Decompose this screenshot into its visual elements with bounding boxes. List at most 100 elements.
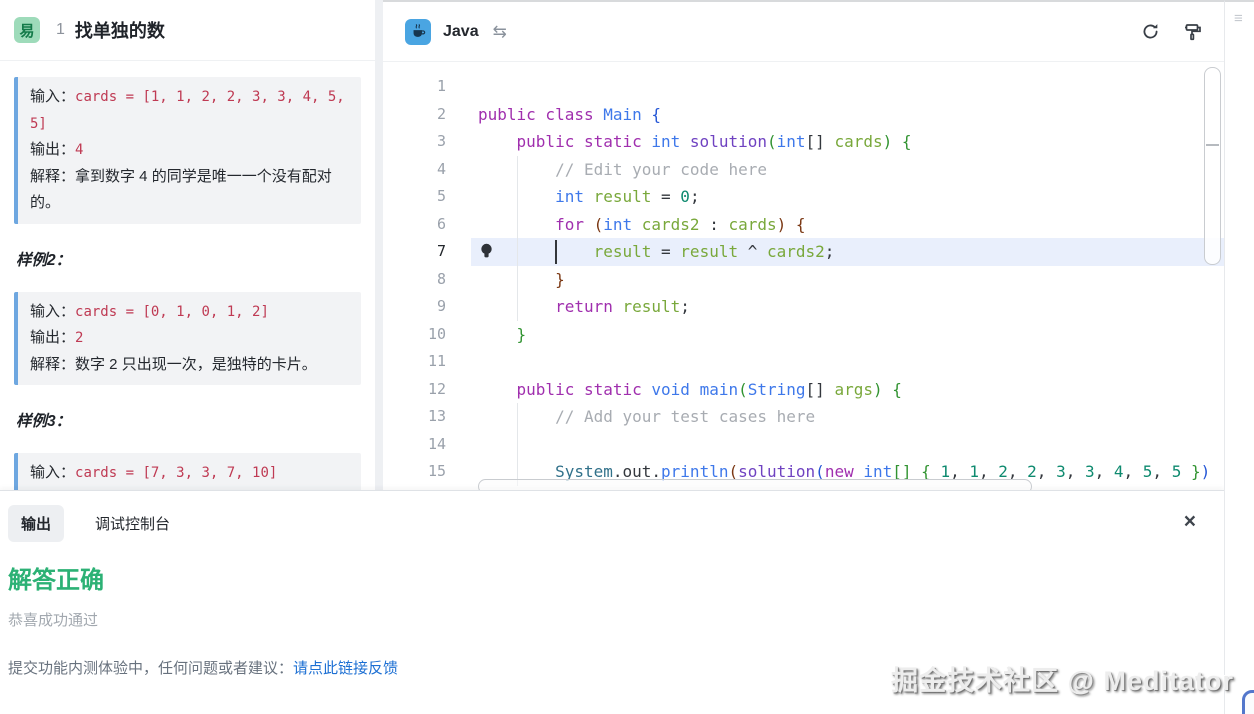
main-area: 易 1 找单独的数 输入：cards = [1, 1, 2, 2, 3, 3, … bbox=[0, 0, 1224, 490]
code-token-num: 0 bbox=[680, 187, 690, 206]
code-token-pl bbox=[786, 215, 796, 234]
line-number: 6 bbox=[383, 211, 446, 239]
lightbulb-icon[interactable] bbox=[479, 243, 494, 264]
example-line: 输出：2 bbox=[30, 325, 349, 352]
editor-vertical-scrollbar[interactable] bbox=[1204, 67, 1221, 265]
code-token-ty: int bbox=[651, 132, 690, 151]
problem-title: 找单独的数 bbox=[75, 17, 165, 43]
code-token-br2: ( bbox=[738, 380, 748, 399]
code-line-12[interactable]: 12 public static void main(String[] args… bbox=[383, 376, 1224, 404]
code-token-num: 5 bbox=[1143, 462, 1153, 481]
code-line-7[interactable]: 7 result = result ^ cards2; bbox=[383, 238, 1224, 266]
code-line-3[interactable]: 3 public static int solution(int[] cards… bbox=[383, 128, 1224, 156]
java-language-icon[interactable] bbox=[405, 19, 431, 45]
format-code-icon[interactable] bbox=[1182, 22, 1202, 42]
line-number: 12 bbox=[383, 376, 446, 404]
code-text: } bbox=[478, 266, 565, 294]
code-token-var: result bbox=[680, 242, 738, 261]
code-line-10[interactable]: 10 } bbox=[383, 321, 1224, 349]
line-number: 4 bbox=[383, 156, 446, 184]
output-console: 输出调试控制台 × 解答正确 恭喜成功通过 提交功能内测体验中，任何问题或者建议… bbox=[0, 490, 1224, 714]
feedback-row: 提交功能内测体验中，任何问题或者建议：请点此链接反馈 bbox=[8, 657, 1224, 678]
problem-index: 1 bbox=[56, 21, 65, 39]
line-number: 2 bbox=[383, 101, 446, 129]
code-line-13[interactable]: 13 // Add your test cases here bbox=[383, 403, 1224, 431]
code-token-var: result bbox=[623, 297, 681, 316]
code-editor[interactable]: 12public class Main {3 public static int… bbox=[383, 62, 1224, 490]
line-number: 14 bbox=[383, 431, 446, 459]
code-token-pl: , bbox=[1037, 462, 1056, 481]
code-line-11[interactable]: 11 bbox=[383, 348, 1224, 376]
line-number: 3 bbox=[383, 128, 446, 156]
reset-code-icon[interactable] bbox=[1141, 22, 1160, 41]
code-token-pl: = bbox=[651, 242, 680, 261]
code-line-1[interactable]: 1 bbox=[383, 73, 1224, 101]
line-number: 15 bbox=[383, 458, 446, 486]
example-value: 2 bbox=[75, 330, 83, 346]
code-token-pl bbox=[478, 407, 555, 426]
example-box: 输入：cards = [1, 1, 2, 2, 3, 3, 4, 5, 5]输出… bbox=[14, 77, 361, 224]
code-token-pl: , bbox=[1095, 462, 1114, 481]
corner-widget[interactable] bbox=[1242, 690, 1254, 714]
feedback-link[interactable]: 请点此链接反馈 bbox=[293, 660, 398, 677]
code-token-pl: , bbox=[1152, 462, 1171, 481]
code-line-8[interactable]: 8 } bbox=[383, 266, 1224, 294]
code-token-var: cards bbox=[834, 132, 882, 151]
collapsed-panel-icon[interactable]: ≡ bbox=[1234, 10, 1243, 27]
code-text: public static int solution(int[] cards) … bbox=[478, 128, 912, 156]
code-text: for (int cards2 : cards) { bbox=[478, 211, 806, 239]
problem-panel: 易 1 找单独的数 输入：cards = [1, 1, 2, 2, 3, 3, … bbox=[0, 0, 375, 490]
code-token-num: 4 bbox=[1114, 462, 1124, 481]
code-token-cm: // Edit your code here bbox=[555, 160, 767, 179]
example-box: 输入：cards = [0, 1, 0, 1, 2]输出：2解释：数字 2 只出… bbox=[14, 292, 361, 386]
result-title: 解答正确 bbox=[8, 560, 1224, 595]
line-number: 8 bbox=[383, 266, 446, 294]
console-tab-0[interactable]: 输出 bbox=[8, 505, 64, 542]
code-line-2[interactable]: 2 public class Main { bbox=[383, 101, 1224, 129]
code-token-var: args bbox=[834, 380, 873, 399]
editor-header: Java ⇆ bbox=[383, 2, 1224, 62]
feedback-text: 提交功能内测体验中，任何问题或者建议： bbox=[8, 660, 293, 677]
code-token-pl bbox=[478, 160, 555, 179]
line-number: 13 bbox=[383, 403, 446, 431]
example-label: 解释： bbox=[30, 168, 75, 185]
code-token-pl: = bbox=[651, 187, 680, 206]
console-tab-1[interactable]: 调试控制台 bbox=[82, 505, 183, 542]
code-token-pl bbox=[478, 187, 555, 206]
example-label: 解释： bbox=[30, 356, 75, 373]
editor-panel: Java ⇆ bbox=[383, 0, 1224, 490]
code-line-14[interactable]: 14 bbox=[383, 431, 1224, 459]
code-line-6[interactable]: 6 for (int cards2 : cards) { bbox=[383, 211, 1224, 239]
example-value: cards = [7, 3, 3, 7, 10] bbox=[75, 465, 277, 481]
code-token-br2: { bbox=[892, 380, 902, 399]
problem-header: 易 1 找单独的数 bbox=[0, 0, 375, 61]
code-token-pl bbox=[883, 380, 893, 399]
code-token-kw: public static bbox=[517, 380, 652, 399]
code-token-num: 3 bbox=[1085, 462, 1095, 481]
panel-divider[interactable] bbox=[375, 0, 383, 490]
code-token-pl: [] bbox=[806, 132, 835, 151]
example-label: 输入： bbox=[30, 464, 75, 481]
code-text: public class Main { bbox=[478, 101, 661, 129]
swap-language-icon[interactable]: ⇆ bbox=[493, 22, 507, 42]
example-line: 输入：cards = [7, 3, 3, 7, 10] bbox=[30, 460, 349, 487]
code-line-4[interactable]: 4 // Edit your code here bbox=[383, 156, 1224, 184]
code-line-5[interactable]: 5 int result = 0; bbox=[383, 183, 1224, 211]
close-console-icon[interactable]: × bbox=[1184, 511, 1196, 532]
example-line: 输出：4 bbox=[30, 137, 349, 164]
editor-horizontal-scrollbar[interactable] bbox=[478, 479, 1032, 490]
example-line: 解释：数字 2 只出现一次，是独特的卡片。 bbox=[30, 352, 349, 379]
code-token-pl bbox=[478, 325, 517, 344]
code-token-br2: ) bbox=[883, 132, 893, 151]
code-token-num: 3 bbox=[1056, 462, 1066, 481]
code-token-num: 2 bbox=[1027, 462, 1037, 481]
result-subtitle: 恭喜成功通过 bbox=[8, 609, 1224, 630]
code-token-br2: } bbox=[517, 325, 527, 344]
line-number: 1 bbox=[383, 73, 446, 101]
app-root: 易 1 找单独的数 输入：cards = [1, 1, 2, 2, 3, 3, … bbox=[0, 0, 1254, 714]
code-token-var: result bbox=[594, 242, 652, 261]
code-line-9[interactable]: 9 return result; bbox=[383, 293, 1224, 321]
line-number: 5 bbox=[383, 183, 446, 211]
code-token-var: result bbox=[594, 187, 652, 206]
code-token-pl: , bbox=[1124, 462, 1143, 481]
